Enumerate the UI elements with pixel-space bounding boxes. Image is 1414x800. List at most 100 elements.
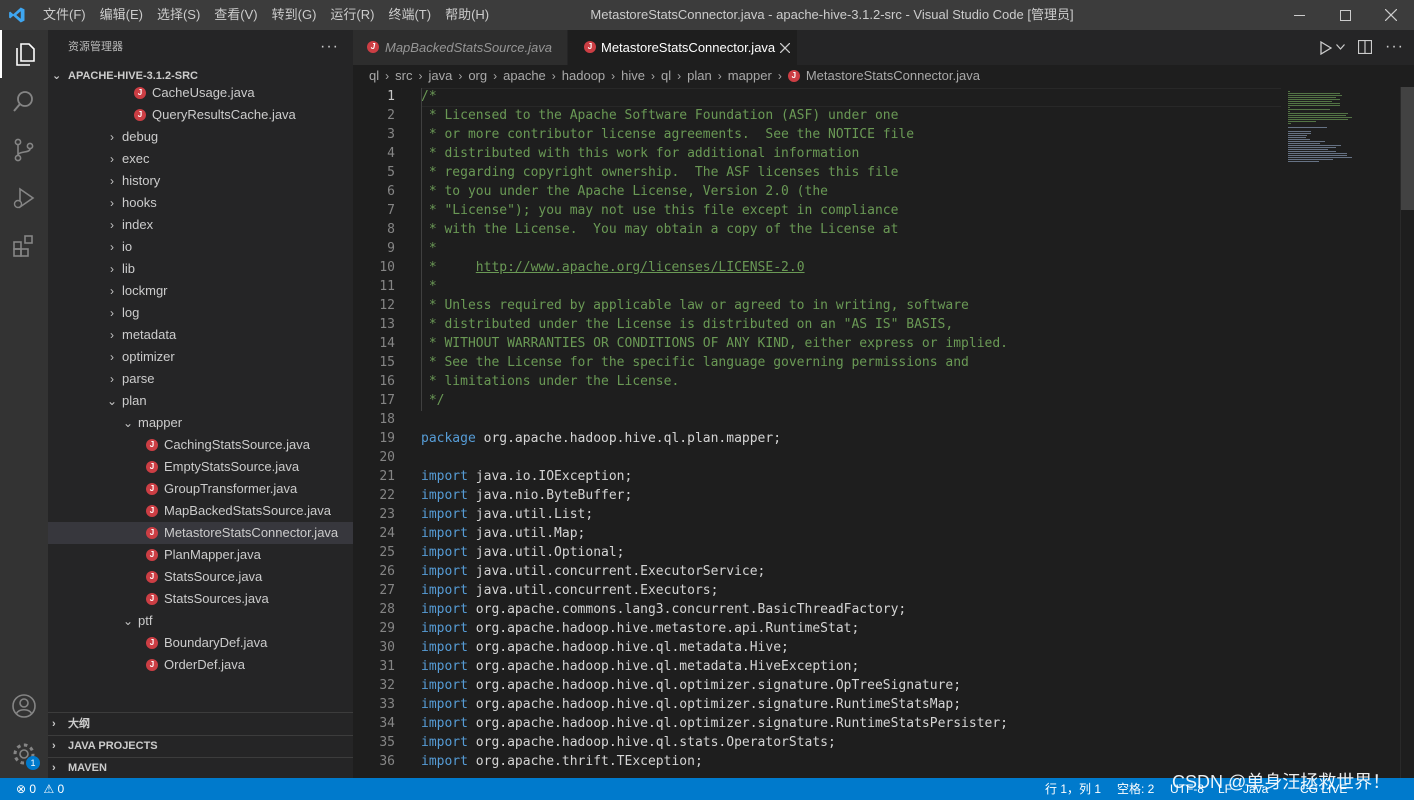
tree-folder[interactable]: › debug [48, 126, 353, 148]
tree-file[interactable]: J EmptyStatsSource.java [48, 456, 353, 478]
menu-item[interactable]: 编辑(E) [93, 0, 150, 30]
menu-item[interactable]: 终端(T) [381, 0, 438, 30]
breadcrumb-item[interactable]: org [468, 65, 487, 87]
menu-item[interactable]: 运行(R) [323, 0, 381, 30]
outline-section-header[interactable]: › 大纲 [48, 713, 353, 735]
keyword: import [421, 659, 468, 674]
tree-item-label: log [122, 305, 140, 320]
problems-status[interactable]: ⊗ 0 ⚠ 0 [16, 778, 64, 800]
extensions-button[interactable] [0, 222, 48, 270]
tree-folder[interactable]: › optimizer [48, 346, 353, 368]
tree-file[interactable]: J StatsSources.java [48, 588, 353, 610]
breadcrumb-item[interactable]: MetastoreStatsConnector.java [806, 65, 980, 87]
tree-file[interactable]: J CacheUsage.java [48, 82, 353, 104]
breadcrumb-item[interactable]: apache [503, 65, 546, 87]
search-button[interactable] [0, 78, 48, 126]
tree-folder[interactable]: › metadata [48, 324, 353, 346]
tree-folder[interactable]: › parse [48, 368, 353, 390]
tree-file[interactable]: J GroupTransformer.java [48, 478, 353, 500]
indentation-status[interactable]: 空格: 2 [1117, 778, 1154, 800]
tree-folder[interactable]: › index [48, 214, 353, 236]
menu-item[interactable]: 帮助(H) [438, 0, 496, 30]
statement-text: org.apache.hadoop.hive.ql.stats.Operator… [467, 735, 836, 750]
breadcrumb-item[interactable]: hive [621, 65, 645, 87]
breadcrumb-item[interactable]: mapper [728, 65, 772, 87]
breadcrumb-item[interactable]: hadoop [562, 65, 605, 87]
tree-file[interactable]: JOrderExpressionDef.java [48, 676, 353, 680]
tree-file[interactable]: J StatsSource.java [48, 566, 353, 588]
tab-mapbackedstatssource[interactable]: J MapBackedStatsSource.java [353, 30, 568, 65]
line-number: 15 [379, 355, 395, 370]
tree-folder[interactable]: › io [48, 236, 353, 258]
editor-more-actions-button[interactable]: ··· [1385, 30, 1404, 63]
breadcrumb-item[interactable]: src [395, 65, 412, 87]
maximize-button[interactable] [1322, 0, 1368, 30]
run-dropdown-chevron-icon[interactable] [1336, 44, 1345, 50]
tree-item-label: hooks [122, 195, 157, 210]
chevron-right-icon: › [110, 130, 114, 144]
breadcrumb-item[interactable]: java [428, 65, 452, 87]
maven-section-header[interactable]: › MAVEN [48, 757, 353, 779]
tree-file[interactable]: J PlanMapper.java [48, 544, 353, 566]
breadcrumb-item[interactable]: ql [369, 65, 379, 87]
line-number: 24 [379, 526, 395, 541]
tree-folder[interactable]: › history [48, 170, 353, 192]
source-control-button[interactable] [0, 126, 48, 174]
run-debug-button[interactable] [0, 174, 48, 222]
comment-text: * [421, 260, 476, 275]
tree-folder[interactable]: › lockmgr [48, 280, 353, 302]
breadcrumb-item[interactable]: ql [661, 65, 671, 87]
minimap-line [1288, 91, 1290, 92]
chevron-right-icon: › [110, 306, 114, 320]
close-button[interactable] [1368, 0, 1414, 30]
tree-file[interactable]: J CachingStatsSource.java [48, 434, 353, 456]
menu-item[interactable]: 文件(F) [36, 0, 93, 30]
explorer-button[interactable] [0, 30, 48, 78]
tree-item-label: OrderExpressionDef.java [164, 676, 309, 680]
account-button[interactable] [0, 682, 48, 730]
run-icon[interactable] [1320, 41, 1332, 55]
code-line: 24 import java.util.Map; [353, 524, 1282, 543]
line-number: 1 [387, 89, 395, 104]
tree-file[interactable]: J MetastoreStatsConnector.java [48, 522, 353, 544]
explorer-sidebar: 资源管理器 ··· ⌄ APACHE-HIVE-3.1.2-SRC J Cache… [48, 30, 353, 778]
tree-folder[interactable]: ⌄ ptf [48, 610, 353, 632]
menu-item[interactable]: 选择(S) [150, 0, 207, 30]
breadcrumb-item[interactable]: plan [687, 65, 712, 87]
tree-folder[interactable]: ⌄ plan [48, 390, 353, 412]
minimap-line [1288, 103, 1340, 104]
keyword: import [421, 564, 468, 579]
scrollbar-thumb[interactable] [1401, 87, 1414, 210]
tab-close-icon[interactable] [780, 43, 790, 53]
license-link[interactable]: http://www.apache.org/licenses/LICENSE-2… [476, 260, 805, 275]
menu-item[interactable]: 查看(V) [207, 0, 264, 30]
comment-text: * or more contributor license agreements… [421, 127, 915, 142]
tree-file[interactable]: J BoundaryDef.java [48, 632, 353, 654]
tree-folder[interactable]: › exec [48, 148, 353, 170]
tree-folder[interactable]: › lib [48, 258, 353, 280]
breadcrumb-separator-icon: › [677, 69, 682, 83]
settings-button[interactable]: 1 [0, 730, 48, 778]
split-editor-icon[interactable] [1358, 40, 1372, 54]
code-comment: * with the License. You may obtain a cop… [421, 220, 899, 239]
code-editor[interactable]: 1/* 2 * Licensed to the Apache Software F… [353, 87, 1282, 778]
tree-file[interactable]: J MapBackedStatsSource.java [48, 500, 353, 522]
keyword: import [421, 583, 468, 598]
java-file-icon: J [584, 41, 596, 53]
java-projects-section-header[interactable]: › JAVA PROJECTS [48, 735, 353, 757]
minimap-line [1288, 119, 1348, 120]
tree-folder[interactable]: › log [48, 302, 353, 324]
code-comment: * [421, 239, 437, 258]
tree-file[interactable]: J QueryResultsCache.java [48, 104, 353, 126]
code-line: 26 import java.util.concurrent.ExecutorSe… [353, 562, 1282, 581]
minimap[interactable] [1282, 87, 1400, 778]
tab-metastorestatsconnector[interactable]: J MetastoreStatsConnector.java [568, 30, 797, 65]
minimap-line [1288, 133, 1311, 134]
cursor-position[interactable]: 行 1，列 1 [1045, 778, 1101, 800]
tree-folder[interactable]: › hooks [48, 192, 353, 214]
minimize-button[interactable] [1276, 0, 1322, 30]
tree-file[interactable]: J OrderDef.java [48, 654, 353, 676]
more-actions-button[interactable]: ··· [320, 30, 339, 63]
menu-item[interactable]: 转到(G) [265, 0, 324, 30]
tree-folder[interactable]: ⌄ mapper [48, 412, 353, 434]
